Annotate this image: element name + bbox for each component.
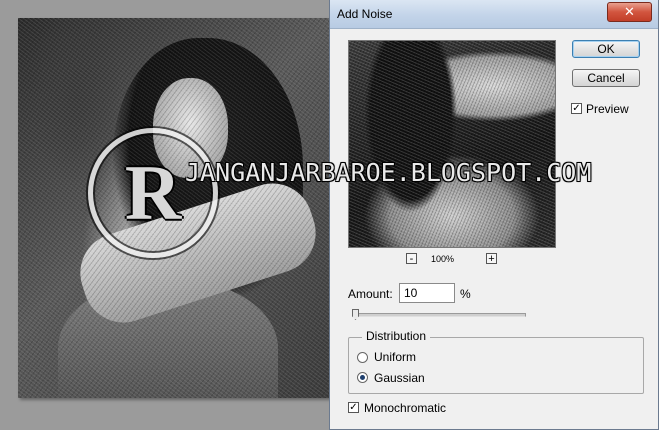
checkmark-icon: ✓ [349,402,358,413]
preview-noise-overlay [349,41,555,247]
canvas-photo: R [18,18,336,398]
amount-slider-thumb[interactable] [352,309,359,320]
gaussian-label[interactable]: Gaussian [374,371,425,385]
monochromatic-checkbox[interactable]: ✓ [348,402,359,413]
zoom-out-button[interactable]: - [406,253,417,265]
cancel-button[interactable]: Cancel [572,69,640,87]
gaussian-radio[interactable] [357,372,368,383]
dialog-title: Add Noise [337,7,393,21]
amount-slider-track[interactable] [354,313,526,317]
watermark-text: JANGANJARBAROE.BLOGSPOT.COM [185,158,592,187]
distribution-group [348,337,644,394]
preview-checkbox[interactable]: ✓ [571,103,582,114]
uniform-label[interactable]: Uniform [374,350,416,364]
ok-button[interactable]: OK [572,40,640,58]
zoom-level: 100% [431,254,455,264]
amount-input[interactable] [399,283,455,303]
monochromatic-label[interactable]: Monochromatic [364,401,446,415]
uniform-radio[interactable] [357,352,368,363]
close-icon: ✕ [624,4,635,19]
dialog-titlebar[interactable]: Add Noise ✕ [330,0,658,29]
amount-unit: % [460,287,471,301]
distribution-title: Distribution [362,329,431,343]
zoom-in-button[interactable]: + [486,253,497,265]
close-button[interactable]: ✕ [607,2,652,22]
watermark-logo-letter: R [124,149,182,236]
watermark-logo: R [88,128,218,258]
preview-label: Preview [586,102,629,116]
preview-window[interactable] [348,40,556,248]
amount-label: Amount: [348,287,393,301]
add-noise-dialog: Add Noise ✕ - 100% + OK Cancel ✓ Preview… [329,0,659,430]
checkmark-icon: ✓ [572,103,581,114]
